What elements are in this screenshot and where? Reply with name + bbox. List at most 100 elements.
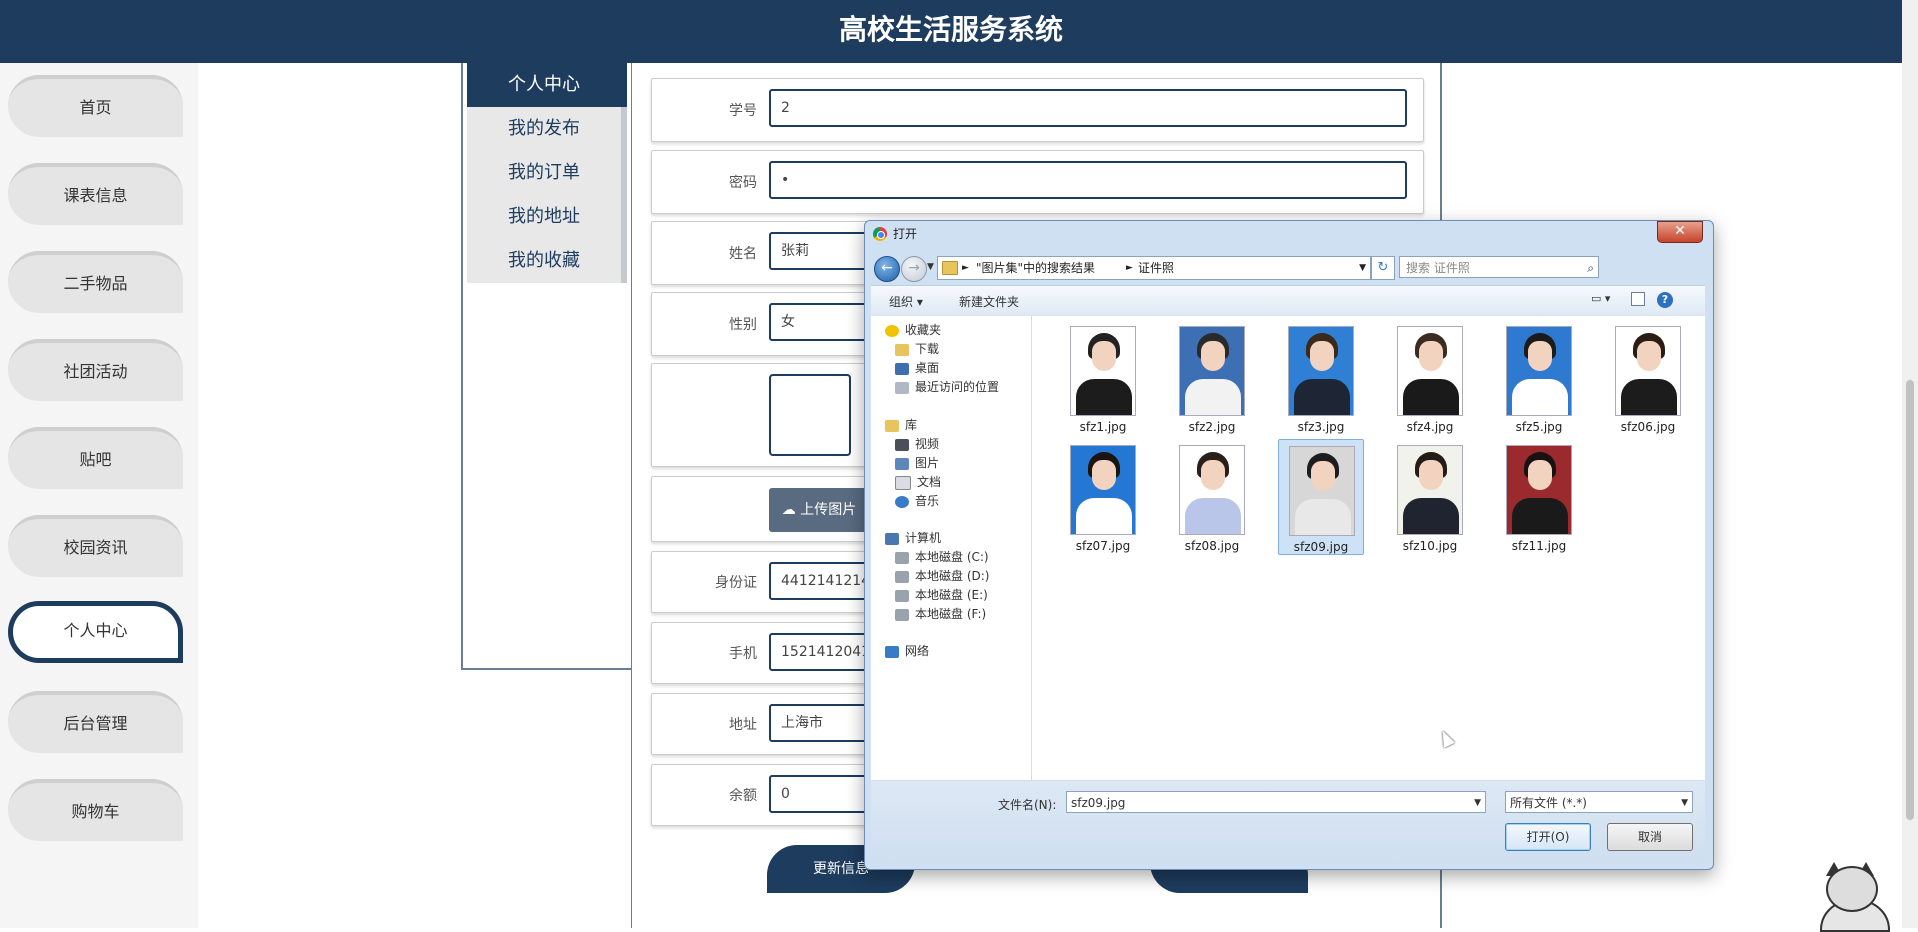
chevron-down-icon[interactable]: ▼ (1474, 792, 1481, 814)
nav-item-forum[interactable]: 贴吧 (8, 427, 183, 489)
dialog-search-input[interactable]: 搜索 证件照 ⌕ (1399, 256, 1599, 278)
file-thumbnail[interactable]: sfz1.jpg (1060, 320, 1146, 436)
file-thumbnail[interactable]: sfz11.jpg (1496, 439, 1582, 555)
drive-icon (895, 551, 909, 564)
nav-recent-label: 最近访问的位置 (915, 380, 1000, 394)
chevron-down-icon[interactable]: ▼ (1681, 792, 1688, 814)
forward-arrow-icon[interactable]: → (901, 256, 927, 282)
file-thumbnail[interactable]: sfz5.jpg (1496, 320, 1582, 436)
file-thumbnail[interactable]: sfz2.jpg (1169, 320, 1255, 436)
submenu-my-address[interactable]: 我的地址 (467, 195, 627, 239)
photo-thumbnail (1288, 326, 1354, 416)
nav-music-label: 音乐 (915, 494, 940, 508)
breadcrumb-search-results[interactable]: "图片集"中的搜索结果 (976, 257, 1095, 279)
balance-label: 余额 (729, 788, 757, 804)
desktop-icon (895, 362, 909, 375)
nav-computer[interactable]: 计算机 (885, 528, 941, 548)
open-button[interactable]: 打开(O) (1505, 823, 1591, 851)
navigation-pane: 收藏夹 下载 桌面 最近访问的位置 库 视频 图片 文档 音乐 计算机 本地磁盘… (871, 316, 1032, 780)
scrollbar-thumb[interactable] (1906, 380, 1914, 820)
nav-item-secondhand[interactable]: 二手物品 (8, 251, 183, 313)
photo-thumbnail (1615, 326, 1681, 416)
nav-disk-c[interactable]: 本地磁盘 (C:) (895, 547, 989, 567)
nav-videos-label: 视频 (915, 437, 940, 451)
chevron-right-icon[interactable]: ► (1126, 257, 1133, 279)
organize-menu[interactable]: 组织 ▾ (889, 293, 923, 310)
nav-libraries-label: 库 (905, 418, 918, 432)
path-breadcrumb[interactable]: ► "图片集"中的搜索结果 ► 证件照 ▼ (937, 256, 1371, 280)
cancel-button[interactable]: 取消 (1607, 823, 1693, 851)
view-options-icon[interactable]: ▭ ▾ (1591, 292, 1619, 306)
file-thumbnail[interactable]: sfz07.jpg (1060, 439, 1146, 555)
nav-item-admin[interactable]: 后台管理 (8, 691, 183, 753)
nav-disk-e[interactable]: 本地磁盘 (E:) (895, 585, 988, 605)
file-thumbnail[interactable]: sfz08.jpg (1169, 439, 1255, 555)
submenu-my-posts[interactable]: 我的发布 (467, 107, 627, 151)
nav-recent[interactable]: 最近访问的位置 (895, 377, 999, 397)
recent-places-icon (895, 381, 909, 394)
password-input[interactable]: • (769, 161, 1407, 199)
nav-item-clubs[interactable]: 社团活动 (8, 339, 183, 401)
nav-documents[interactable]: 文档 (895, 472, 941, 492)
nav-disk-d[interactable]: 本地磁盘 (D:) (895, 566, 989, 586)
nav-disk-c-label: 本地磁盘 (C:) (915, 550, 989, 564)
music-icon (895, 495, 909, 508)
search-icon[interactable]: ⌕ (1587, 257, 1594, 279)
file-thumbnail[interactable]: sfz10.jpg (1387, 439, 1473, 555)
nav-item-profile[interactable]: 个人中心 (8, 601, 183, 663)
file-thumbnail-selected[interactable]: sfz09.jpg (1278, 439, 1364, 555)
upload-image-button[interactable]: ☁ 上传图片 (769, 488, 869, 532)
nav-network[interactable]: 网络 (885, 641, 929, 661)
dialog-title: 打开 (893, 227, 918, 241)
nav-music[interactable]: 音乐 (895, 491, 939, 511)
chevron-right-icon[interactable]: ► (962, 257, 969, 279)
form-row-password: 密码 • (651, 150, 1424, 214)
dialog-close-button[interactable]: ✕ (1657, 221, 1703, 243)
nav-desktop[interactable]: 桌面 (895, 358, 939, 378)
avatar-image (769, 374, 851, 456)
cat-mascot[interactable] (1812, 862, 1900, 932)
filetype-select[interactable]: 所有文件 (*.*) ▼ (1505, 791, 1693, 813)
new-folder-button[interactable]: 新建文件夹 (959, 293, 1019, 310)
photo-thumbnail (1506, 445, 1572, 535)
photo-thumbnail (1506, 326, 1572, 416)
file-name: sfz3.jpg (1297, 420, 1345, 434)
student-id-input[interactable]: 2 (769, 89, 1407, 127)
address-label: 地址 (729, 717, 757, 733)
submenu-profile[interactable]: 个人中心 (467, 63, 627, 107)
documents-icon (895, 475, 911, 490)
path-dropdown-icon[interactable]: ▼ (1359, 257, 1366, 279)
nav-downloads[interactable]: 下载 (895, 339, 939, 359)
submenu-my-favorites[interactable]: 我的收藏 (467, 239, 627, 283)
file-open-dialog: 打开 ✕ ← → ▼ ► "图片集"中的搜索结果 ► 证件照 ▼ ↻ 搜索 证件… (864, 220, 1714, 870)
nav-videos[interactable]: 视频 (895, 434, 939, 454)
refresh-icon[interactable]: ↻ (1371, 256, 1395, 280)
file-name: sfz4.jpg (1406, 420, 1454, 434)
nav-disk-f-label: 本地磁盘 (F:) (915, 607, 987, 621)
nav-item-home[interactable]: 首页 (8, 75, 183, 137)
nav-favorites[interactable]: 收藏夹 (885, 320, 941, 340)
preview-pane-icon[interactable] (1631, 292, 1645, 306)
nav-item-news[interactable]: 校园资讯 (8, 515, 183, 577)
photo-thumbnail (1397, 445, 1463, 535)
file-thumbnail[interactable]: sfz4.jpg (1387, 320, 1473, 436)
filename-input[interactable]: sfz09.jpg ▼ (1066, 791, 1486, 813)
file-thumbnail[interactable]: sfz06.jpg (1605, 320, 1691, 436)
file-name: sfz10.jpg (1402, 539, 1458, 553)
file-thumbnail[interactable]: sfz3.jpg (1278, 320, 1364, 436)
star-icon (885, 324, 899, 337)
nav-pictures[interactable]: 图片 (895, 453, 939, 473)
help-icon[interactable]: ? (1657, 292, 1673, 308)
submenu-my-orders[interactable]: 我的订单 (467, 151, 627, 195)
photo-thumbnail (1179, 326, 1245, 416)
nav-item-cart[interactable]: 购物车 (8, 779, 183, 841)
nav-disk-f[interactable]: 本地磁盘 (F:) (895, 604, 986, 624)
nav-item-schedule[interactable]: 课表信息 (8, 163, 183, 225)
profile-submenu: 个人中心 我的发布 我的订单 我的地址 我的收藏 (467, 63, 627, 283)
filetype-value: 所有文件 (*.*) (1510, 796, 1587, 810)
nav-libraries[interactable]: 库 (885, 415, 917, 435)
history-dropdown-icon[interactable]: ▼ (927, 262, 934, 272)
back-arrow-icon[interactable]: ← (874, 256, 900, 282)
page-scrollbar[interactable] (1902, 0, 1918, 928)
breadcrumb-id-photos[interactable]: 证件照 (1138, 257, 1174, 279)
